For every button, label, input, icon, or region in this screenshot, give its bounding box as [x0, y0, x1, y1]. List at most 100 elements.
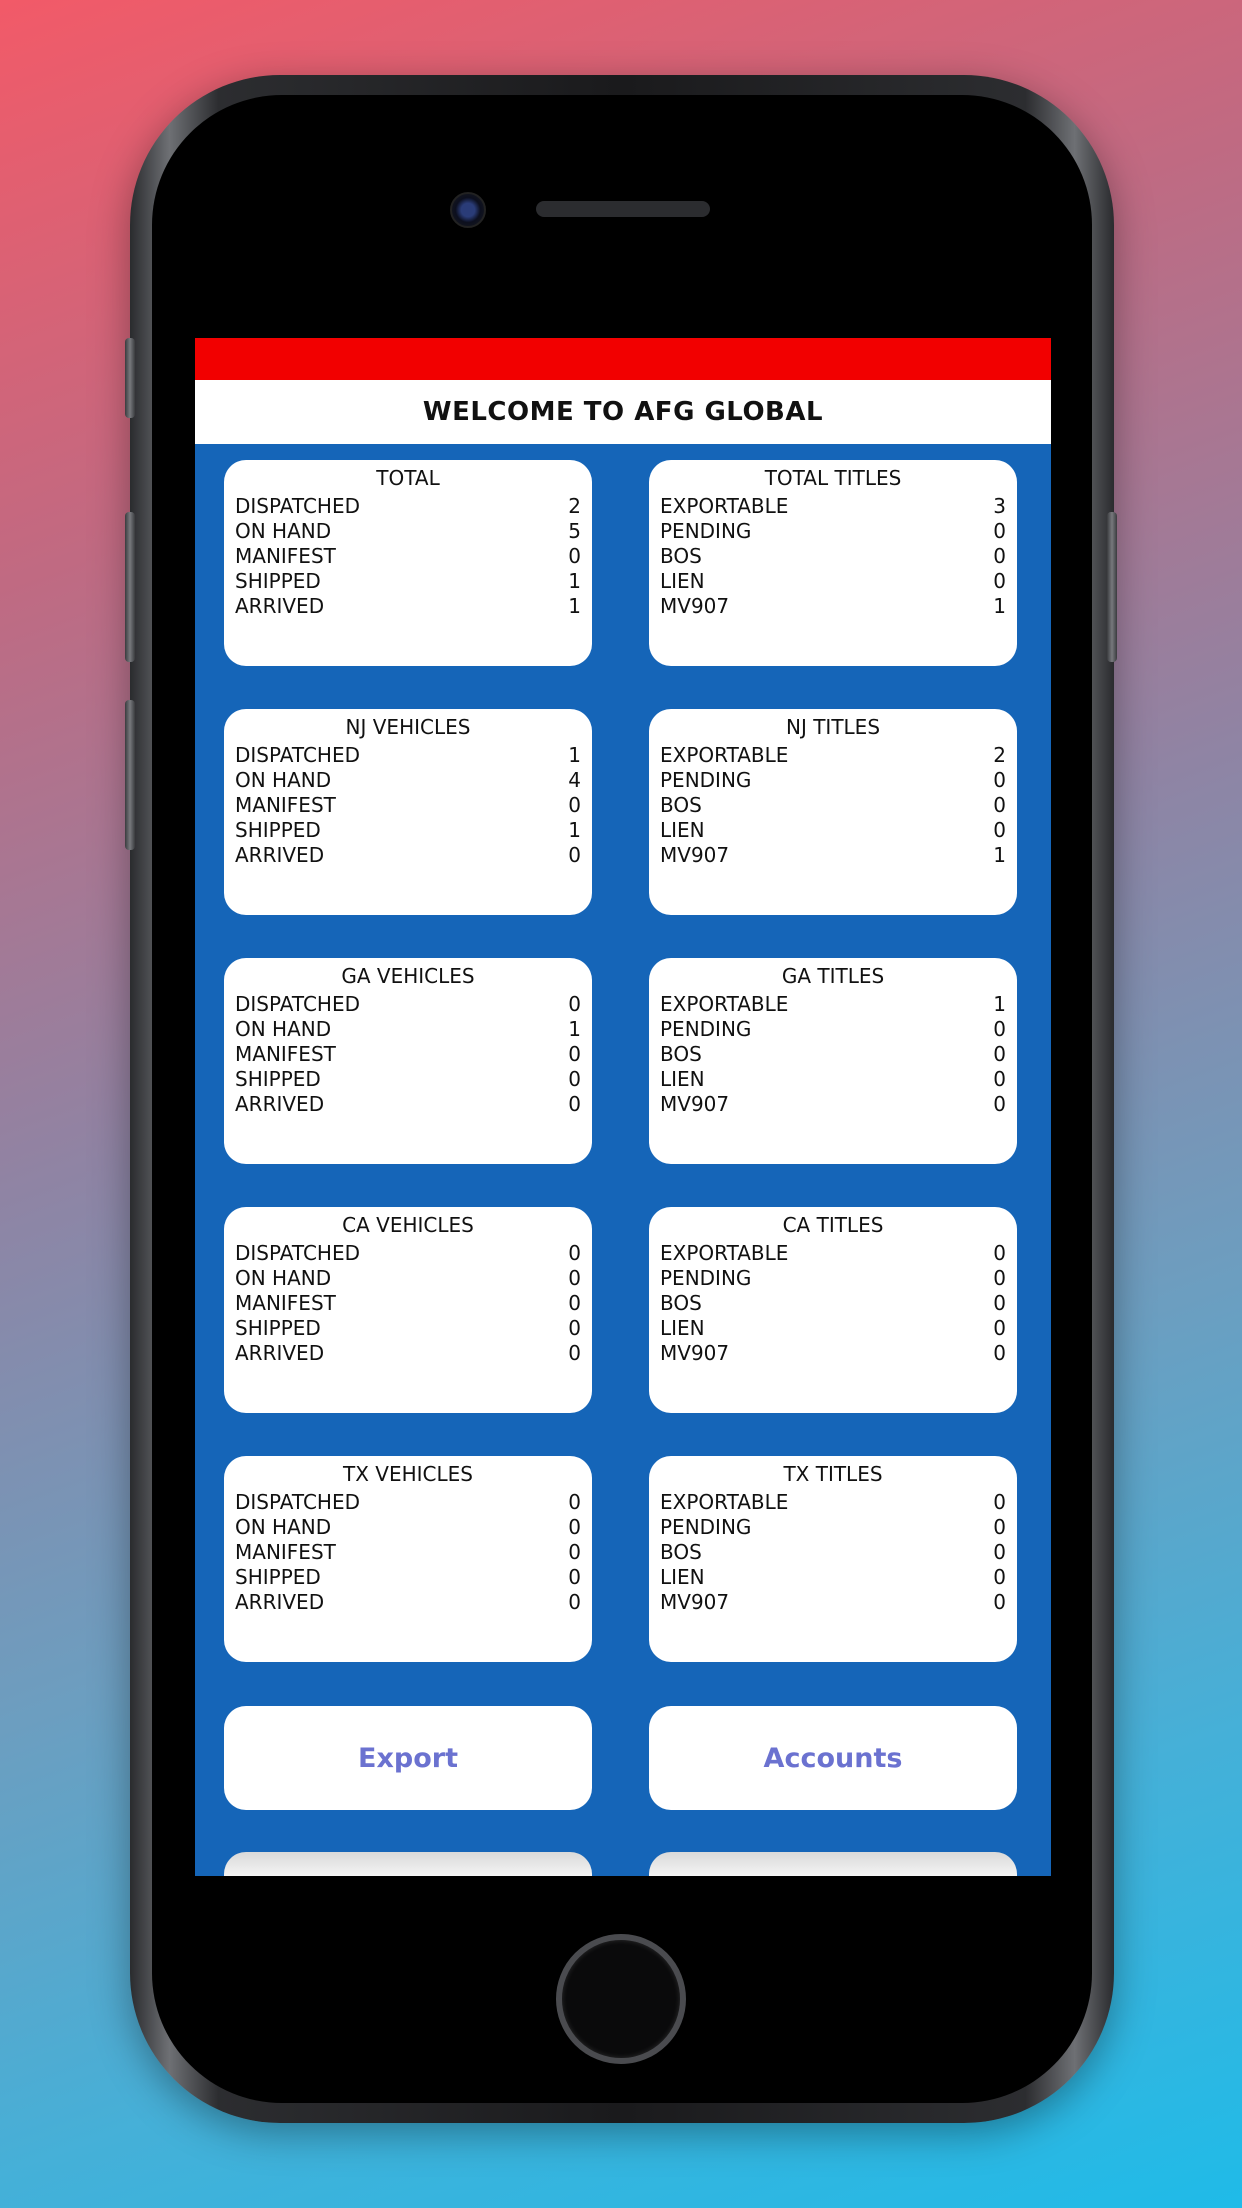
stat-value: 1	[568, 743, 581, 767]
stat-row: MANIFEST 0	[235, 793, 581, 818]
stat-row: ARRIVED 0	[235, 843, 581, 868]
stat-row: MANIFEST 0	[235, 1291, 581, 1316]
stat-row: ON HAND 0	[235, 1515, 581, 1540]
stat-row: ON HAND 1	[235, 1017, 581, 1042]
stat-label: ARRIVED	[235, 1590, 325, 1614]
stat-row: SHIPPED 0	[235, 1067, 581, 1092]
stat-value: 0	[568, 1316, 581, 1340]
stat-row: ARRIVED 0	[235, 1590, 581, 1615]
stat-label: DISPATCHED	[235, 1490, 360, 1514]
stat-value: 0	[993, 1017, 1006, 1041]
stat-row: MANIFEST 0	[235, 544, 581, 569]
stat-value: 1	[993, 594, 1006, 618]
stat-value: 2	[993, 743, 1006, 767]
stat-row: MV907 0	[660, 1341, 1006, 1366]
power-button	[1107, 512, 1117, 662]
accounts-button[interactable]: Accounts	[649, 1706, 1017, 1810]
stat-value: 4	[568, 768, 581, 792]
stat-value: 0	[568, 1540, 581, 1564]
stat-value: 0	[993, 569, 1006, 593]
stat-value: 0	[993, 1042, 1006, 1066]
stat-row: EXPORTABLE 0	[660, 1490, 1006, 1515]
stat-value: 0	[568, 1291, 581, 1315]
stat-row: MV907 1	[660, 594, 1006, 619]
stat-value: 0	[993, 519, 1006, 543]
stat-row: SHIPPED 1	[235, 569, 581, 594]
stat-row: PENDING 0	[660, 1515, 1006, 1540]
stat-card: TOTAL DISPATCHED 2 ON HAND 5 MANIFEST 0 SHIPPED…	[224, 460, 592, 666]
stat-label: ARRIVED	[235, 594, 325, 618]
stat-label: EXPORTABLE	[660, 1241, 789, 1265]
mute-switch	[125, 338, 135, 418]
stat-value: 0	[568, 1515, 581, 1539]
stat-row: DISPATCHED 0	[235, 1490, 581, 1515]
stat-row: ON HAND 0	[235, 1266, 581, 1291]
stat-value: 0	[993, 1092, 1006, 1116]
stat-value: 0	[993, 544, 1006, 568]
stat-row: MV907 1	[660, 843, 1006, 868]
stat-label: EXPORTABLE	[660, 992, 789, 1016]
stat-label: LIEN	[660, 1067, 705, 1091]
stat-card-title: GA VEHICLES	[341, 964, 475, 988]
stat-row: LIEN 0	[660, 1316, 1006, 1341]
home-button[interactable]	[556, 1934, 686, 2064]
stat-card-title: CA VEHICLES	[342, 1213, 474, 1237]
stat-row: ON HAND 4	[235, 768, 581, 793]
stat-row: PENDING 0	[660, 768, 1006, 793]
stat-label: BOS	[660, 1291, 702, 1315]
stat-row: BOS 0	[660, 1291, 1006, 1316]
stat-value: 1	[568, 569, 581, 593]
stat-value: 1	[993, 992, 1006, 1016]
stat-row: LIEN 0	[660, 1067, 1006, 1092]
stat-value: 1	[993, 843, 1006, 867]
stat-value: 0	[568, 1266, 581, 1290]
stat-label: LIEN	[660, 818, 705, 842]
stat-label: ON HAND	[235, 1017, 332, 1041]
stat-card: TX VEHICLES DISPATCHED 0 ON HAND 0 MANIFEST 0 S…	[224, 1456, 592, 1662]
export-button[interactable]: Export	[224, 1706, 592, 1810]
stat-card: TX TITLES EXPORTABLE 0 PENDING 0 BOS 0 LIEN 0 MV9…	[649, 1456, 1017, 1662]
stat-row: ARRIVED 0	[235, 1092, 581, 1117]
stat-value: 0	[568, 1565, 581, 1589]
stat-row: EXPORTABLE 0	[660, 1241, 1006, 1266]
stat-value: 0	[993, 768, 1006, 792]
stat-value: 0	[993, 1565, 1006, 1589]
stat-row: ARRIVED 0	[235, 1341, 581, 1366]
stat-card-title: NJ VEHICLES	[345, 715, 471, 739]
stat-value: 0	[568, 544, 581, 568]
stat-card: TOTAL TITLES EXPORTABLE 3 PENDING 0 BOS 0 LIEN 0…	[649, 460, 1017, 666]
stat-label: DISPATCHED	[235, 494, 360, 518]
stat-value: 1	[568, 594, 581, 618]
stat-value: 0	[568, 1490, 581, 1514]
stat-row: DISPATCHED 1	[235, 743, 581, 768]
welcome-title: WELCOME TO AFG GLOBAL	[195, 380, 1051, 444]
partial-button-left[interactable]	[224, 1852, 592, 1876]
stat-label: LIEN	[660, 569, 705, 593]
earpiece-speaker	[536, 201, 710, 217]
stat-card: NJ TITLES EXPORTABLE 2 PENDING 0 BOS 0 LIEN 0 MV9…	[649, 709, 1017, 915]
stat-value: 5	[568, 519, 581, 543]
partial-button-right[interactable]	[649, 1852, 1017, 1876]
stat-value: 0	[993, 818, 1006, 842]
stat-value: 0	[568, 793, 581, 817]
header-bar	[195, 338, 1051, 380]
stat-row: EXPORTABLE 3	[660, 494, 1006, 519]
stat-value: 0	[568, 843, 581, 867]
stat-label: LIEN	[660, 1565, 705, 1589]
stat-label: MANIFEST	[235, 793, 336, 817]
stat-label: MANIFEST	[235, 1540, 336, 1564]
stat-label: PENDING	[660, 768, 752, 792]
stat-value: 0	[568, 1067, 581, 1091]
stat-label: SHIPPED	[235, 1565, 321, 1589]
stat-value: 0	[993, 1067, 1006, 1091]
stat-label: SHIPPED	[235, 1067, 321, 1091]
stat-value: 3	[993, 494, 1006, 518]
stat-value: 2	[568, 494, 581, 518]
stat-row: BOS 0	[660, 544, 1006, 569]
stat-row: PENDING 0	[660, 519, 1006, 544]
stat-value: 0	[568, 1042, 581, 1066]
stat-label: BOS	[660, 1540, 702, 1564]
stat-value: 0	[568, 1092, 581, 1116]
stat-label: ON HAND	[235, 1266, 332, 1290]
stat-label: MV907	[660, 1092, 730, 1116]
